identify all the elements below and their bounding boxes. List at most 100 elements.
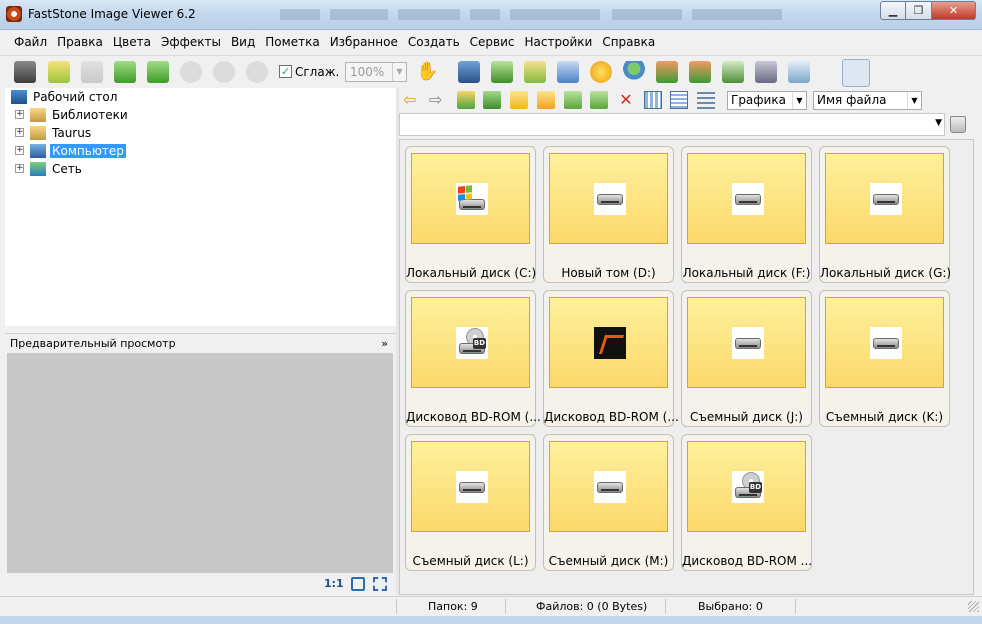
next-image-icon[interactable]	[147, 61, 169, 83]
menu-tools[interactable]: Сервис	[465, 35, 520, 49]
resize-grip-icon[interactable]	[968, 601, 979, 612]
details-view-icon[interactable]	[697, 91, 715, 109]
sort-combo[interactable]: Имя файла ▼	[813, 91, 922, 110]
app-logo-icon[interactable]	[6, 6, 22, 22]
thumbnail-image	[687, 297, 806, 388]
collapse-icon[interactable]: »	[381, 334, 388, 354]
zoom-in-icon[interactable]	[180, 61, 202, 83]
crop-icon[interactable]	[524, 61, 546, 83]
forward-icon[interactable]: ⇨	[429, 91, 447, 109]
favorites-icon[interactable]	[510, 91, 528, 109]
thumbnail-item[interactable]: Съемный диск (J:)	[681, 290, 812, 427]
thumbnail-item[interactable]: Локальный диск (C:)	[405, 146, 536, 283]
thumbnail-item[interactable]: BD Дисковод BD-ROM ...	[681, 434, 812, 571]
thumbnail-item[interactable]: Съемный диск (L:)	[405, 434, 536, 571]
hard-drive-icon	[870, 183, 902, 215]
hard-drive-icon	[732, 183, 764, 215]
thumbnail-item[interactable]: Локальный диск (F:)	[681, 146, 812, 283]
fullscreen-preview-icon[interactable]	[373, 577, 387, 591]
thumbnail-item[interactable]: Съемный диск (M:)	[543, 434, 674, 571]
expand-icon[interactable]: +	[15, 146, 24, 155]
tree-item-desktop[interactable]: Рабочий стол	[11, 88, 119, 106]
menu-tag[interactable]: Пометка	[260, 35, 324, 49]
tree-item-network[interactable]: + Сеть	[15, 160, 84, 178]
menu-settings[interactable]: Настройки	[520, 35, 598, 49]
actual-size-icon[interactable]	[246, 61, 268, 83]
hand-pan-icon[interactable]: ✋	[416, 61, 438, 83]
background-blur	[330, 9, 388, 20]
menu-view[interactable]: Вид	[226, 35, 260, 49]
open-camera-icon[interactable]	[14, 61, 36, 83]
smooth-checkbox[interactable]: ✓	[279, 65, 292, 78]
compare-icon[interactable]	[722, 61, 744, 83]
rotate-right-icon[interactable]	[689, 61, 711, 83]
bd-rom-icon: BD	[732, 471, 764, 503]
back-icon[interactable]: ⇦	[403, 91, 421, 109]
tree-item-label: Компьютер	[50, 144, 126, 158]
thumbnails-view-icon[interactable]	[644, 91, 662, 109]
expand-icon[interactable]: +	[15, 110, 24, 119]
layout-portrait-icon[interactable]	[910, 59, 938, 87]
chevron-down-icon[interactable]: ▼	[392, 63, 406, 81]
thumbnail-item[interactable]: BD Дисковод BD-ROM (...	[405, 290, 541, 427]
menu-colors[interactable]: Цвета	[108, 35, 156, 49]
delete-icon[interactable]: ✕	[617, 91, 635, 109]
menu-file[interactable]: Файл	[9, 35, 52, 49]
thumbnail-item[interactable]: Локальный диск (G:)	[819, 146, 951, 283]
fullscreen-icon[interactable]	[942, 59, 970, 87]
move-to-icon[interactable]	[590, 91, 608, 109]
chevron-down-icon[interactable]: ▼	[907, 92, 921, 109]
trash-icon[interactable]	[950, 116, 966, 133]
menu-help[interactable]: Справка	[597, 35, 660, 49]
status-divider	[665, 599, 666, 614]
email-icon[interactable]	[788, 61, 810, 83]
save-icon[interactable]	[81, 61, 103, 83]
copy-to-icon[interactable]	[564, 91, 582, 109]
color-balance-icon[interactable]	[557, 61, 579, 83]
fit-window-icon[interactable]	[351, 577, 365, 591]
slideshow-icon[interactable]	[458, 61, 480, 83]
new-folder-icon[interactable]	[537, 91, 555, 109]
tree-item-computer[interactable]: + Компьютер	[15, 142, 126, 160]
thumbnail-item[interactable]: Съемный диск (K:)	[819, 290, 950, 427]
print-icon[interactable]	[755, 61, 777, 83]
layout-browser-icon[interactable]	[842, 59, 870, 87]
menu-create[interactable]: Создать	[403, 35, 465, 49]
previous-image-icon[interactable]	[114, 61, 136, 83]
thumbnail-label: Дисковод BD-ROM (...	[406, 410, 541, 424]
minimize-button[interactable]: ▁	[880, 1, 906, 20]
background-blur	[280, 9, 320, 20]
up-folder-icon[interactable]	[457, 91, 475, 109]
smooth-label: Сглаж.	[295, 65, 340, 79]
layout-details-icon[interactable]	[876, 59, 904, 87]
list-view-icon[interactable]	[670, 91, 688, 109]
chevron-down-icon[interactable]: ▼	[935, 118, 942, 128]
filter-combo[interactable]: Графика ▼	[727, 91, 807, 110]
rotate-left-icon[interactable]	[656, 61, 678, 83]
menu-favorites[interactable]: Избранное	[325, 35, 403, 49]
menu-edit[interactable]: Правка	[52, 35, 108, 49]
open-folder-icon[interactable]	[48, 61, 70, 83]
path-input[interactable]: ▼	[399, 113, 945, 136]
tree-item-taurus[interactable]: + Taurus	[15, 124, 93, 142]
download-icon[interactable]	[491, 61, 513, 83]
expand-icon[interactable]: +	[15, 164, 24, 173]
maximize-button[interactable]: ❐	[906, 1, 932, 20]
chevron-down-icon[interactable]: ▼	[792, 92, 806, 109]
computer-icon	[30, 144, 46, 158]
zoom-combo[interactable]: 100% ▼	[345, 62, 407, 82]
stamp-icon[interactable]	[623, 61, 645, 83]
zoom-out-icon[interactable]	[213, 61, 235, 83]
actual-size-button[interactable]: 1:1	[324, 577, 344, 590]
status-bar: Папок: 9 Файлов: 0 (0 Bytes) Выбрано: 0	[0, 596, 982, 616]
brightness-icon[interactable]	[590, 61, 612, 83]
thumbnail-label: Съемный диск (K:)	[825, 410, 944, 424]
close-button[interactable]: ✕	[932, 1, 976, 20]
expand-icon[interactable]: +	[15, 128, 24, 137]
thumbnail-item[interactable]: Новый том (D:)	[543, 146, 674, 283]
refresh-icon[interactable]	[483, 91, 501, 109]
thumbnail-item[interactable]: Дисковод BD-ROM (...	[543, 290, 679, 427]
menu-effects[interactable]: Эффекты	[156, 35, 226, 49]
tree-item-libraries[interactable]: + Библиотеки	[15, 106, 130, 124]
thumbnail-image	[411, 441, 530, 532]
